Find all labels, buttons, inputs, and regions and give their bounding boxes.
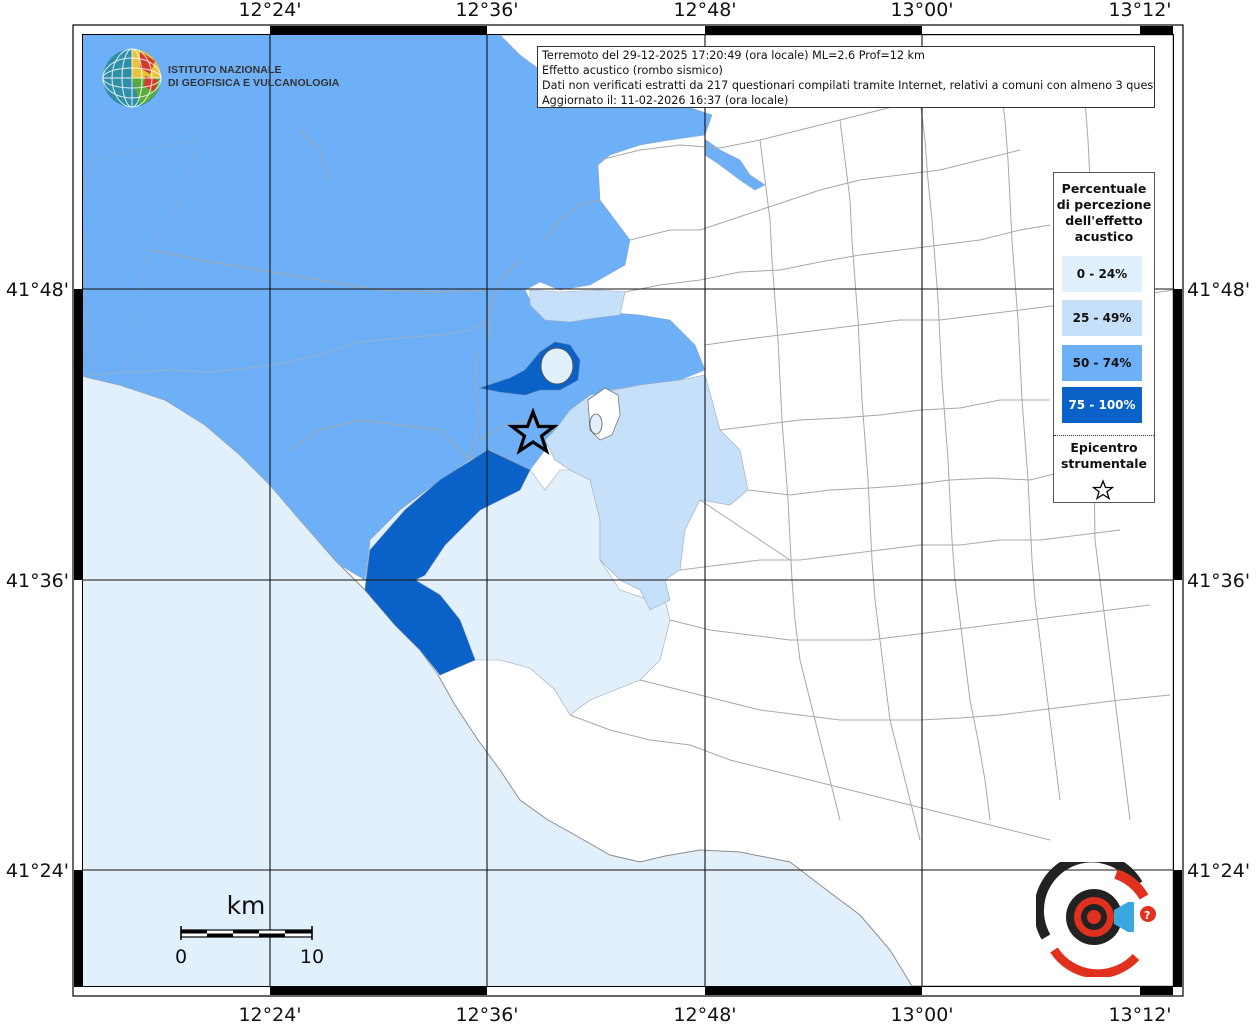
- effect-line: Effetto acustico (rombo sismico): [542, 64, 723, 77]
- y-tick-right: 41°24': [1187, 860, 1250, 882]
- x-tick-top: 12°36': [455, 0, 518, 21]
- y-tick-left: 41°36': [6, 570, 69, 592]
- legend-epicentre-label: Epicentro strumentale: [1054, 440, 1154, 472]
- x-tick-top: 13°12': [1108, 0, 1171, 21]
- x-tick-bottom: 12°48': [673, 1004, 736, 1024]
- legend-separator: [1054, 435, 1154, 436]
- x-tick-bottom: 13°00': [890, 1004, 953, 1024]
- y-tick-left: 41°48': [6, 279, 69, 301]
- ingv-logo: [100, 46, 164, 114]
- x-tick-top: 13°00': [890, 0, 953, 21]
- x-tick-bottom: 13°12': [1108, 1004, 1171, 1024]
- ingv-line2: DI GEOFISICA E VULCANOLOGIA: [168, 77, 340, 89]
- x-tick-labels-bottom: 12°24' 12°36' 12°48' 13°00' 13°12': [238, 1004, 1171, 1024]
- x-tick-top: 12°48': [673, 0, 736, 21]
- legend-title-line: Percentuale: [1061, 181, 1147, 196]
- y-tick-left: 41°24': [6, 860, 69, 882]
- legend-class-50-74: 50 - 74%: [1062, 345, 1142, 381]
- y-tick-labels-left: 41°48' 41°36' 41°24': [6, 279, 69, 882]
- scale-end: 10: [300, 946, 324, 968]
- scale-unit: km: [227, 891, 266, 920]
- x-tick-top: 12°24': [238, 0, 301, 21]
- event-line: Terremoto del 29-12-2025 17:20:49 (ora l…: [542, 49, 925, 62]
- haisentito-logo: ?: [1033, 852, 1166, 981]
- ingv-line1: ISTITUTO NAZIONALE: [168, 64, 282, 76]
- ingv-name: ISTITUTO NAZIONALE DI GEOFISICA E VULCAN…: [168, 64, 339, 90]
- legend-title-line: acustico: [1074, 229, 1134, 244]
- y-tick-right: 41°48': [1187, 279, 1250, 301]
- haisentito-icon: ?: [1033, 852, 1156, 979]
- y-tick-labels-right: 41°48' 41°36' 41°24': [1187, 279, 1250, 882]
- legend-title-line: dell'effetto: [1065, 213, 1143, 228]
- scale-start: 0: [175, 946, 187, 968]
- svg-text:?: ?: [1144, 909, 1150, 922]
- lake-nemi: [589, 413, 603, 435]
- x-tick-bottom: 12°24': [238, 1004, 301, 1024]
- data-source-line: Dati non verificati estratti da 217 ques…: [542, 79, 1155, 92]
- x-tick-bottom: 12°36': [455, 1004, 518, 1024]
- updated-line: Aggiornato il: 11-02-2026 16:37 (ora loc…: [542, 94, 789, 107]
- legend-class-25-49: 25 - 49%: [1062, 300, 1142, 336]
- legend-title: Percentuale di percezione dell'effetto a…: [1054, 181, 1154, 245]
- globe-icon: [102, 48, 162, 108]
- legend-title-line: di percezione: [1056, 197, 1152, 212]
- x-tick-labels-top: 12°24' 12°36' 12°48' 13°00' 13°12': [238, 0, 1171, 21]
- legend-class-75-100: 75 - 100%: [1062, 387, 1142, 423]
- lake-albano: [540, 347, 574, 385]
- legend-class-0-24: 0 - 24%: [1062, 256, 1142, 292]
- y-tick-right: 41°36': [1187, 570, 1250, 592]
- legend-epicentre-line: strumentale: [1060, 456, 1148, 471]
- event-info-box: Terremoto del 29-12-2025 17:20:49 (ora l…: [537, 46, 1155, 108]
- star-icon: [1092, 479, 1114, 501]
- legend-epicentre-line: Epicentro: [1070, 440, 1138, 455]
- legend: Percentuale di percezione dell'effetto a…: [1053, 172, 1155, 503]
